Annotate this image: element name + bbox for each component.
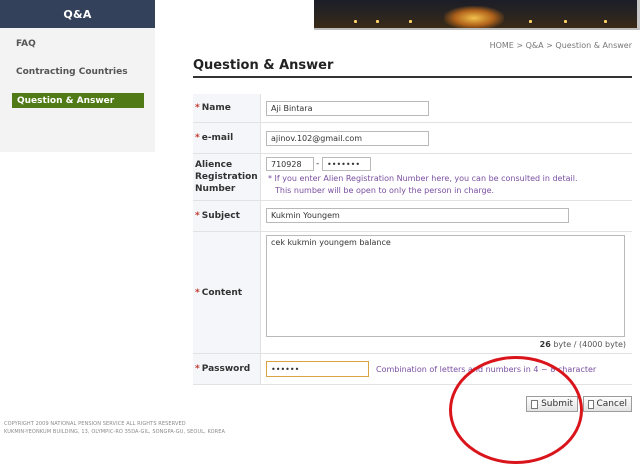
header-banner-image bbox=[314, 0, 640, 30]
form-row-password: *Password Combination of letters and num… bbox=[193, 354, 632, 385]
name-input[interactable] bbox=[266, 101, 429, 116]
subject-label: * Subject bbox=[193, 201, 261, 231]
form-row-registration: Alience Registration Number - * If you e… bbox=[193, 154, 632, 201]
breadcrumb: HOME > Q&A > Question & Answer bbox=[489, 41, 632, 50]
sidebar: Q&A FAQ Contracting Countries Question &… bbox=[0, 0, 155, 152]
content-textarea[interactable]: cek kukmin youngem balance bbox=[266, 235, 625, 337]
cancel-icon bbox=[588, 399, 594, 409]
email-input[interactable] bbox=[266, 131, 429, 146]
sidebar-header: Q&A bbox=[0, 0, 155, 28]
footer: COPYRIGHT 2009 NATIONAL PENSION SERVICE … bbox=[4, 421, 225, 435]
sidebar-item-question-answer[interactable]: Question & Answer bbox=[12, 93, 144, 108]
sidebar-item-contracting-countries[interactable]: Contracting Countries bbox=[16, 67, 128, 77]
subject-input[interactable] bbox=[266, 208, 569, 223]
registration-part2-input[interactable] bbox=[322, 157, 371, 171]
form-row-subject: * Subject bbox=[193, 201, 632, 232]
cancel-button[interactable]: Cancel bbox=[583, 396, 632, 412]
name-label: * Name bbox=[193, 94, 261, 122]
byte-counter: 26 byte / (4000 byte) bbox=[539, 340, 626, 349]
email-label: * e-mail bbox=[193, 123, 261, 153]
registration-separator: - bbox=[316, 159, 320, 169]
registration-part1-input[interactable] bbox=[266, 157, 314, 171]
password-input[interactable] bbox=[266, 361, 369, 377]
sidebar-item-faq[interactable]: FAQ bbox=[16, 39, 36, 49]
submit-button[interactable]: Submit bbox=[526, 396, 578, 412]
form-row-name: * Name bbox=[193, 94, 632, 123]
registration-note: * If you enter Alien Registration Number… bbox=[268, 174, 578, 183]
registration-label: Alience Registration Number bbox=[193, 154, 261, 200]
page-title: Question & Answer bbox=[193, 58, 334, 73]
registration-privacy-note: This number will be open to only the per… bbox=[275, 186, 495, 195]
title-divider bbox=[193, 76, 632, 78]
password-label: * Password bbox=[193, 354, 261, 384]
form-row-content: * Content cek kukmin youngem balance 26 b… bbox=[193, 232, 632, 354]
content-label: * Content bbox=[193, 232, 261, 353]
submit-icon bbox=[531, 399, 539, 409]
form-row-email: * e-mail bbox=[193, 123, 632, 154]
password-hint: Combination of letters and numbers in 4 … bbox=[376, 365, 597, 374]
